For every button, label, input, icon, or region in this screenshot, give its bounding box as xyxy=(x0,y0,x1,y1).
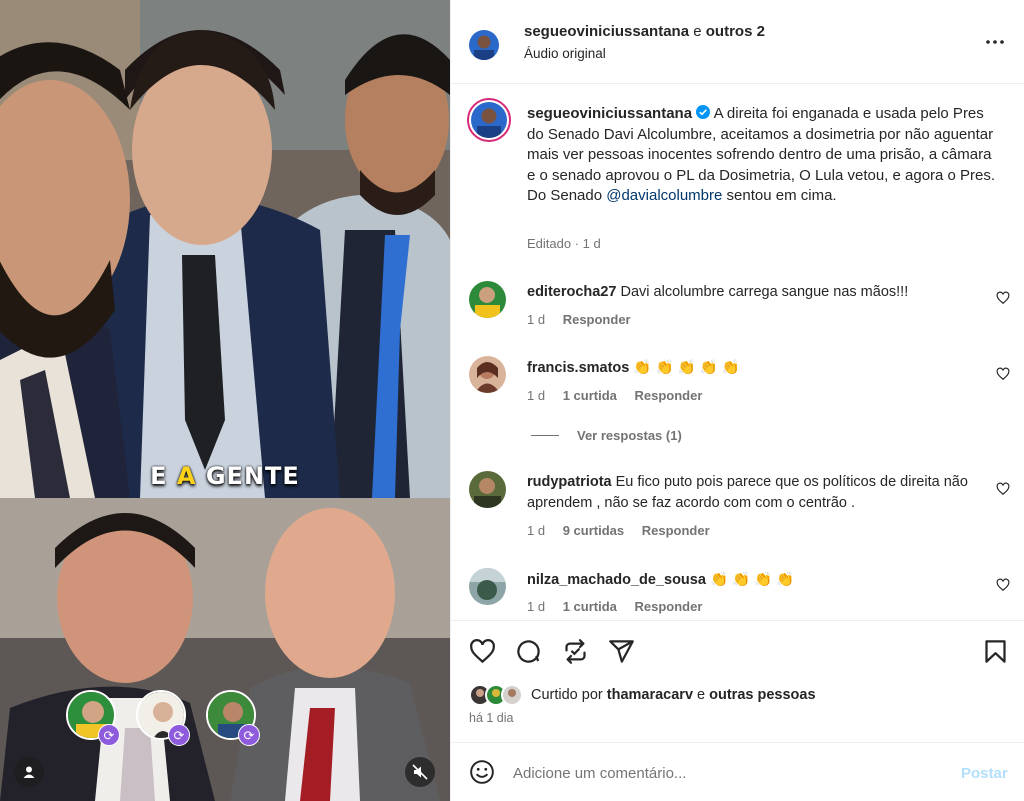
liked-by-user-link[interactable]: thamaracarv xyxy=(607,687,693,703)
more-options-button[interactable] xyxy=(983,30,1007,54)
collaborator-repost-icon-3: ⟳ xyxy=(238,724,260,746)
instagram-post-view: E A GENTE ⟳ ⟳ ⟳ segueoviniciussantana e … xyxy=(0,0,1024,801)
collaborator-repost-icon-1: ⟳ xyxy=(98,724,120,746)
clap-emojis: 👏 👏 👏 👏 👏 xyxy=(633,360,740,376)
video-frame-selfie: E A GENTE xyxy=(0,0,450,498)
mention-link[interactable]: @davialcolumbre xyxy=(606,187,722,204)
comment-likes-count[interactable]: 9 curtidas xyxy=(563,523,624,538)
comment-2: francis.smatos 👏 👏 👏 👏 👏 xyxy=(527,358,997,379)
caption-username-link[interactable]: segueoviniciussantana xyxy=(527,105,692,122)
liked-by-others-link[interactable]: outras pessoas xyxy=(709,687,815,703)
reply-button[interactable]: Responder xyxy=(635,388,703,403)
comment-avatar-1[interactable] xyxy=(469,281,506,318)
author-username-link[interactable]: segueoviniciussantana xyxy=(524,23,689,40)
comment-username-link[interactable]: editerocha27 xyxy=(527,284,616,300)
speaker-muted-icon xyxy=(412,764,428,780)
comment-likes-count[interactable]: 1 curtida xyxy=(563,599,617,614)
reply-button[interactable]: Responder xyxy=(642,523,710,538)
mute-toggle-button[interactable] xyxy=(405,757,435,787)
comment-input[interactable] xyxy=(513,761,933,785)
comment-meta-1: 1 d Responder xyxy=(527,312,631,327)
post-details-panel: segueoviniciussantana e outros 2 Áudio o… xyxy=(450,0,1024,801)
comment-meta-3: 1 d 9 curtidas Responder xyxy=(527,523,710,538)
heart-icon[interactable] xyxy=(469,638,496,665)
comment-avatar-4[interactable] xyxy=(469,568,506,605)
comment-avatar-2[interactable] xyxy=(469,356,506,393)
comment-3: rudypatriota Eu fico puto pois parece qu… xyxy=(527,474,968,511)
header-authors: segueoviniciussantana e outros 2 xyxy=(524,23,765,40)
collaborator-repost-icon-2: ⟳ xyxy=(168,724,190,746)
comment-1: editerocha27 Davi alcolumbre carrega san… xyxy=(527,284,909,300)
post-caption: segueoviniciussantana A direita foi enga… xyxy=(527,105,996,204)
video-caption: E A GENTE xyxy=(150,462,300,490)
comment-like-heart-icon[interactable] xyxy=(996,291,1010,305)
replies-divider xyxy=(531,435,559,436)
comment-username-link[interactable]: rudypatriota xyxy=(527,474,612,490)
comment-avatar-3[interactable] xyxy=(469,471,506,508)
other-authors-link[interactable]: outros 2 xyxy=(706,23,765,40)
comment-like-heart-icon[interactable] xyxy=(996,367,1010,381)
person-icon xyxy=(23,766,35,778)
caption-author-avatar[interactable] xyxy=(467,98,511,142)
comment-likes-count[interactable]: 1 curtida xyxy=(563,388,617,403)
clap-emojis: 👏 👏 👏 👏 xyxy=(709,572,795,588)
author-avatar[interactable] xyxy=(469,30,499,60)
video-frame-photo xyxy=(0,498,450,801)
original-audio-link[interactable]: Áudio original xyxy=(524,46,606,61)
comment-like-heart-icon[interactable] xyxy=(996,578,1010,592)
comment-username-link[interactable]: francis.smatos xyxy=(527,360,629,376)
reply-button[interactable]: Responder xyxy=(563,312,631,327)
post-header: segueoviniciussantana e outros 2 Áudio o… xyxy=(451,0,1024,84)
share-icon[interactable] xyxy=(608,638,635,665)
photo-illustration xyxy=(0,498,450,801)
post-media[interactable]: E A GENTE ⟳ ⟳ ⟳ xyxy=(0,0,450,801)
selfie-illustration xyxy=(0,0,450,498)
caption-edited-time: Editado · 1 d xyxy=(527,236,601,251)
emoji-smile-icon[interactable] xyxy=(469,759,495,785)
tagged-users-button[interactable] xyxy=(14,757,44,787)
liked-by-summary: Curtido por thamaracarv e outras pessoas xyxy=(531,687,816,703)
comment-meta-4: 1 d 1 curtida Responder xyxy=(527,599,703,614)
post-time: há 1 dia xyxy=(469,711,514,725)
bookmark-icon[interactable] xyxy=(982,638,1009,665)
liked-by-avatars[interactable] xyxy=(469,684,527,706)
comment-4: nilza_machado_de_sousa 👏 👏 👏 👏 xyxy=(527,570,997,591)
comment-meta-2: 1 d 1 curtida Responder xyxy=(527,388,703,403)
post-actions: Curtido por thamaracarv e outras pessoas… xyxy=(451,620,1024,742)
comment-like-heart-icon[interactable] xyxy=(996,482,1010,496)
comment-icon[interactable] xyxy=(515,638,542,665)
reply-button[interactable]: Responder xyxy=(635,599,703,614)
more-horizontal-icon xyxy=(986,40,1004,44)
comment-username-link[interactable]: nilza_machado_de_sousa xyxy=(527,572,706,588)
post-comment-button[interactable]: Postar xyxy=(961,765,1008,782)
add-comment-bar: Postar xyxy=(451,742,1024,801)
verified-badge-icon xyxy=(696,105,711,119)
view-replies-button[interactable]: Ver respostas (1) xyxy=(577,428,682,443)
repost-icon[interactable] xyxy=(562,638,589,665)
